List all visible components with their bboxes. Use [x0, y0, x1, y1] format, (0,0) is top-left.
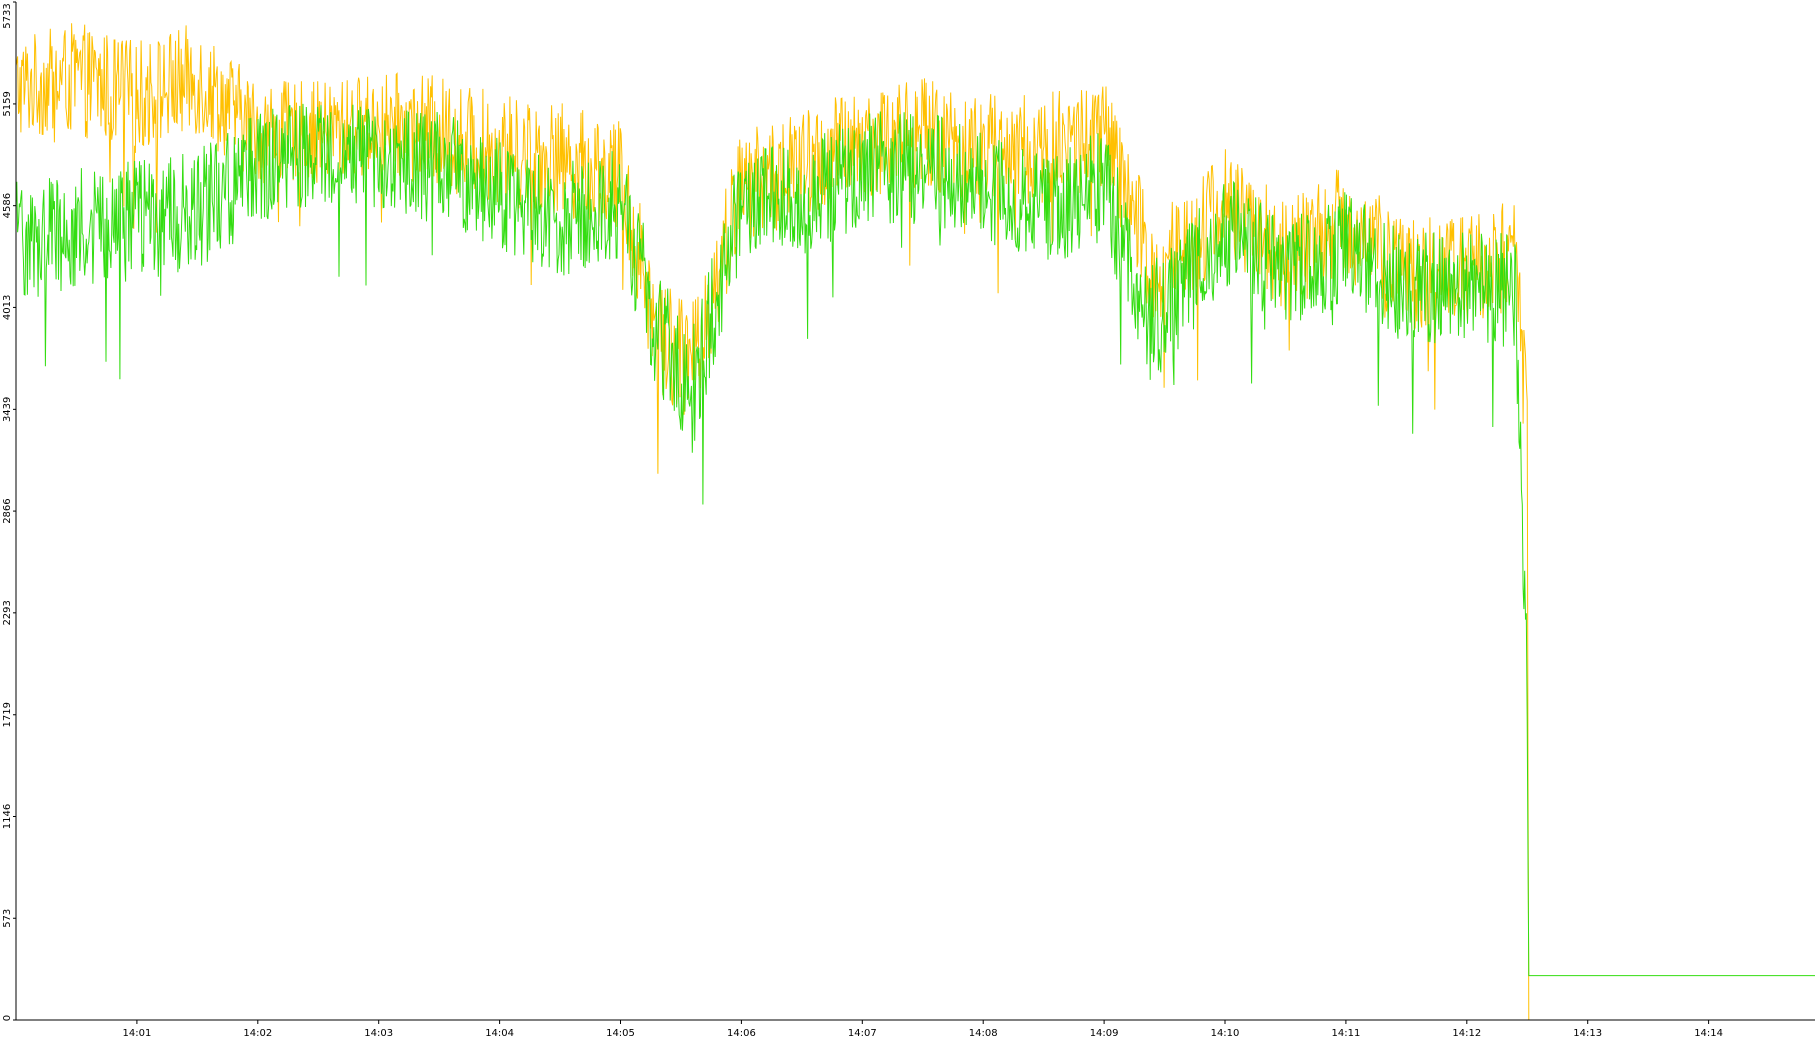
x-tick-label: 14:05 — [606, 1028, 635, 1039]
y-tick-label: 1146 — [2, 804, 13, 829]
x-tick-label: 14:10 — [1211, 1028, 1240, 1039]
x-tick-label: 14:13 — [1573, 1028, 1602, 1039]
y-tick-label: 0 — [2, 1015, 13, 1021]
x-tick-label: 14:09 — [1090, 1028, 1119, 1039]
y-tick-label: 1719 — [2, 702, 13, 727]
y-tick-label: 2293 — [2, 600, 13, 625]
x-tick-label: 14:03 — [364, 1028, 393, 1039]
x-tick-label: 14:08 — [969, 1028, 998, 1039]
y-tick-label: 5733 — [2, 3, 13, 28]
x-tick-label: 14:01 — [122, 1028, 151, 1039]
line-chart: 0 573 1146 1719 2293 2866 3439 4013 4586 5159 5733… — [0, 0, 1815, 1039]
y-tick-label: 5159 — [2, 91, 13, 116]
y-tick-label: 4013 — [2, 295, 13, 320]
x-tick-label: 14:14 — [1694, 1028, 1723, 1039]
x-tick-label: 14:12 — [1452, 1028, 1481, 1039]
x-tick-label: 14:04 — [485, 1028, 514, 1039]
x-tick-label: 14:07 — [848, 1028, 877, 1039]
chart-area: 0 573 1146 1719 2293 2866 3439 4013 4586 5159 5733… — [0, 0, 1815, 1039]
x-tick-label: 14:11 — [1331, 1028, 1360, 1039]
x-tick-label: 14:02 — [243, 1028, 272, 1039]
y-tick-label: 573 — [2, 909, 13, 928]
y-tick-label: 4586 — [2, 193, 13, 218]
y-tick-label: 3439 — [2, 397, 13, 422]
y-tick-label: 2866 — [2, 498, 13, 523]
x-tick-label: 14:06 — [727, 1028, 756, 1039]
